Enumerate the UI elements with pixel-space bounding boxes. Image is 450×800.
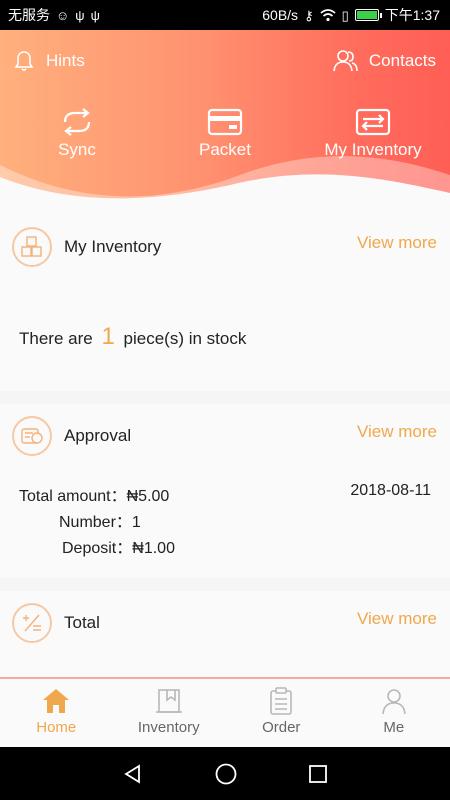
network-speed: 60B/s — [262, 7, 299, 23]
number-label: Number： — [59, 514, 132, 531]
status-bar: 无服务 ☺ ψ ψ 60B/s ⚷ ▯ 下午1:37 — [0, 0, 450, 30]
inventory-card: My Inventory View more There are 1 piece… — [0, 205, 450, 391]
nav-order-label: Order — [262, 719, 301, 736]
clipboard-icon — [270, 687, 293, 715]
header-banner: Hints Contacts Sync Packet My Inventory — [0, 30, 450, 205]
inventory-icon — [155, 689, 182, 713]
carrier-text: 无服务 — [8, 7, 50, 23]
nav-inventory-label: Inventory — [137, 719, 200, 736]
header-wave — [0, 156, 450, 205]
usb-icon: ψ — [75, 7, 85, 23]
deposit-value: ₦1.00 — [132, 540, 175, 557]
contacts-button[interactable]: Contacts — [331, 48, 436, 74]
key-icon: ⚷ — [304, 7, 314, 23]
back-icon[interactable] — [122, 763, 144, 785]
nav-order[interactable]: Order — [225, 679, 338, 747]
wallet-icon — [207, 108, 243, 136]
recents-icon[interactable] — [308, 764, 328, 784]
stock-count: 1 — [101, 323, 115, 350]
stock-suffix: piece(s) in stock — [123, 329, 247, 348]
stock-summary: There are 1 piece(s) in stock — [19, 323, 246, 351]
stock-prefix: There are — [19, 329, 93, 348]
nav-me[interactable]: Me — [338, 679, 450, 747]
wifi-icon — [320, 8, 336, 21]
nav-me-label: Me — [383, 719, 405, 736]
system-nav-bar — [0, 747, 450, 800]
home-icon — [43, 689, 70, 713]
nav-home-label: Home — [36, 719, 77, 736]
notification-icon: ☺ — [56, 7, 70, 23]
person-icon — [381, 689, 406, 715]
hints-label: Hints — [46, 51, 85, 70]
status-right: 60B/s ⚷ ▯ 下午1:37 — [262, 5, 440, 25]
total-amount-label: Total amount： — [19, 488, 127, 505]
clock: 下午1:37 — [384, 7, 440, 23]
usb-debug-icon: ψ — [90, 7, 100, 23]
number-row: Number：1 — [59, 508, 141, 532]
approval-card-title: Approval — [64, 426, 132, 445]
nav-home[interactable]: Home — [0, 679, 113, 747]
boxes-icon — [12, 227, 52, 267]
battery-icon — [354, 9, 382, 21]
inventory-view-more-link[interactable]: View more — [357, 233, 437, 253]
bell-icon — [14, 51, 34, 71]
deposit-label: Deposit： — [62, 540, 133, 557]
transfer-icon — [355, 108, 391, 136]
approval-date: 2018-08-11 — [350, 482, 431, 499]
bottom-nav: Home Inventory Order Me — [0, 677, 450, 747]
status-left: 无服务 ☺ ψ ψ — [8, 5, 100, 25]
sim-icon: ▯ — [341, 7, 349, 23]
total-amount-value: ₦5.00 — [126, 488, 170, 505]
total-card-title: Total — [64, 613, 100, 632]
calculator-icon — [12, 603, 52, 643]
total-card: Total View more — [0, 591, 450, 677]
total-amount-row: Total amount：₦5.00 — [19, 482, 169, 506]
home-circle-icon[interactable] — [214, 762, 238, 786]
deposit-row: Deposit：₦1.00 — [62, 534, 175, 558]
approval-icon — [12, 416, 52, 456]
sync-icon — [63, 108, 91, 136]
number-value: 1 — [131, 514, 141, 531]
approval-view-more-link[interactable]: View more — [357, 422, 437, 442]
approval-card: Approval View more Total amount：₦5.00 Nu… — [0, 404, 450, 578]
hints-button[interactable]: Hints — [12, 48, 85, 74]
inventory-card-title: My Inventory — [64, 237, 162, 256]
contacts-label: Contacts — [368, 51, 436, 70]
contacts-icon — [333, 50, 358, 72]
total-view-more-link[interactable]: View more — [357, 609, 437, 629]
nav-inventory[interactable]: Inventory — [113, 679, 226, 747]
